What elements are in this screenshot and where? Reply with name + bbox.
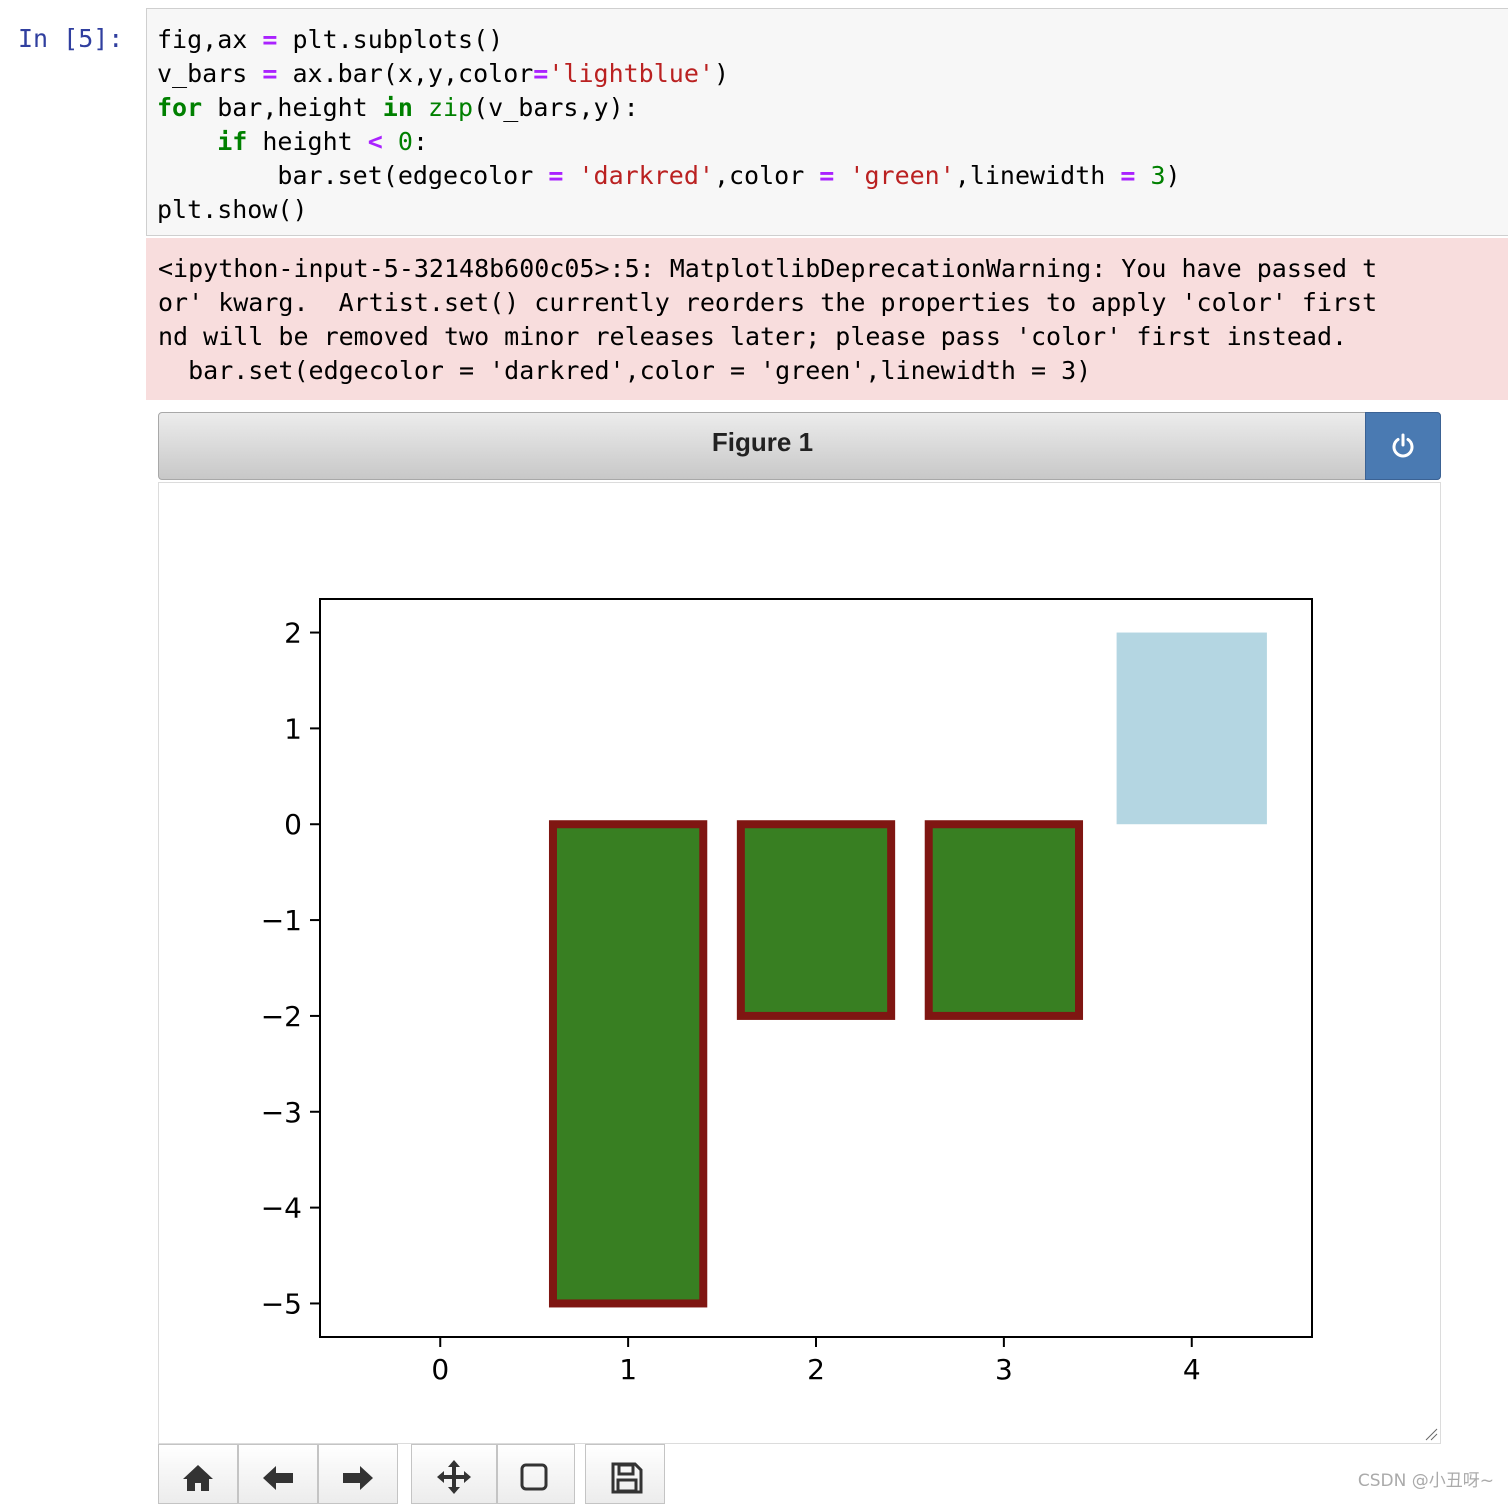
bar <box>924 820 1084 1020</box>
y-tick-label: 0 <box>284 808 302 841</box>
power-icon <box>1392 433 1414 458</box>
close-figure-button[interactable] <box>1365 412 1441 480</box>
bar-chart: 0 1 2 3 4 2 1 0 −1 −2 −3 −4 −5 <box>261 598 1313 1386</box>
y-tick-label: −1 <box>261 904 302 937</box>
code-line-1: fig,ax = plt.subplots() <box>157 25 504 54</box>
code-line-5: bar.set(edgecolor = 'darkred',color = 'g… <box>157 161 1181 190</box>
watermark: CSDN @小丑呀~ <box>1357 1471 1494 1491</box>
forward-arrow-icon <box>343 1466 373 1490</box>
zoom-rect-button[interactable] <box>497 1444 575 1504</box>
tool-button-group <box>411 1444 575 1504</box>
back-button[interactable] <box>238 1444 318 1504</box>
y-tick-label: −5 <box>261 1287 302 1320</box>
warning-line: bar.set(edgecolor = 'darkred',color = 'g… <box>158 356 1092 385</box>
home-button[interactable] <box>158 1444 238 1504</box>
y-tick-label: 1 <box>284 712 302 745</box>
x-tick-label: 3 <box>995 1353 1013 1386</box>
warning-output: <ipython-input-5-32148b600c05>:5: Matplo… <box>146 238 1508 400</box>
code-line-6: plt.show() <box>157 195 308 224</box>
y-tick-label: −4 <box>261 1192 302 1225</box>
y-tick-label: 2 <box>284 617 302 650</box>
zoom-rect-icon <box>520 1463 548 1491</box>
resize-grip-icon[interactable] <box>1424 1427 1438 1441</box>
figure-header: Figure 1 <box>158 412 1441 480</box>
figure-canvas[interactable]: 0 1 2 3 4 2 1 0 −1 −2 −3 −4 −5 <box>158 482 1441 1444</box>
pan-icon <box>437 1460 471 1494</box>
code-line-2: v_bars = ax.bar(x,y,color='lightblue') <box>157 59 729 88</box>
home-icon <box>183 1465 213 1491</box>
save-button[interactable] <box>585 1444 665 1504</box>
warning-line: or' kwarg. Artist.set() currently reorde… <box>158 288 1378 317</box>
x-tick-label: 0 <box>431 1353 449 1386</box>
code-line-3: for bar,height in zip(v_bars,y): <box>157 93 639 122</box>
save-icon <box>611 1462 643 1494</box>
bar <box>548 820 708 1308</box>
x-tick-label: 1 <box>619 1353 637 1386</box>
warning-line: nd will be removed two minor releases la… <box>158 322 1348 351</box>
warning-line: <ipython-input-5-32148b600c05>:5: Matplo… <box>158 254 1378 283</box>
code-line-4: if height < 0: <box>217 127 428 156</box>
code-cell[interactable]: fig,ax = plt.subplots() v_bars = ax.bar(… <box>146 8 1508 236</box>
pan-button[interactable] <box>411 1444 497 1504</box>
x-tick-label: 4 <box>1183 1353 1201 1386</box>
forward-button[interactable] <box>318 1444 398 1504</box>
y-tick-label: −2 <box>261 1000 302 1033</box>
save-button-group <box>585 1444 665 1504</box>
figure-title: Figure 1 <box>711 427 814 457</box>
back-arrow-icon <box>263 1466 293 1490</box>
y-tick-label: −3 <box>261 1096 302 1129</box>
bar <box>736 820 896 1020</box>
nav-button-group <box>158 1444 398 1504</box>
x-tick-label: 2 <box>807 1353 825 1386</box>
cell-prompt: In [5]: <box>18 24 124 53</box>
bar <box>1116 632 1267 825</box>
